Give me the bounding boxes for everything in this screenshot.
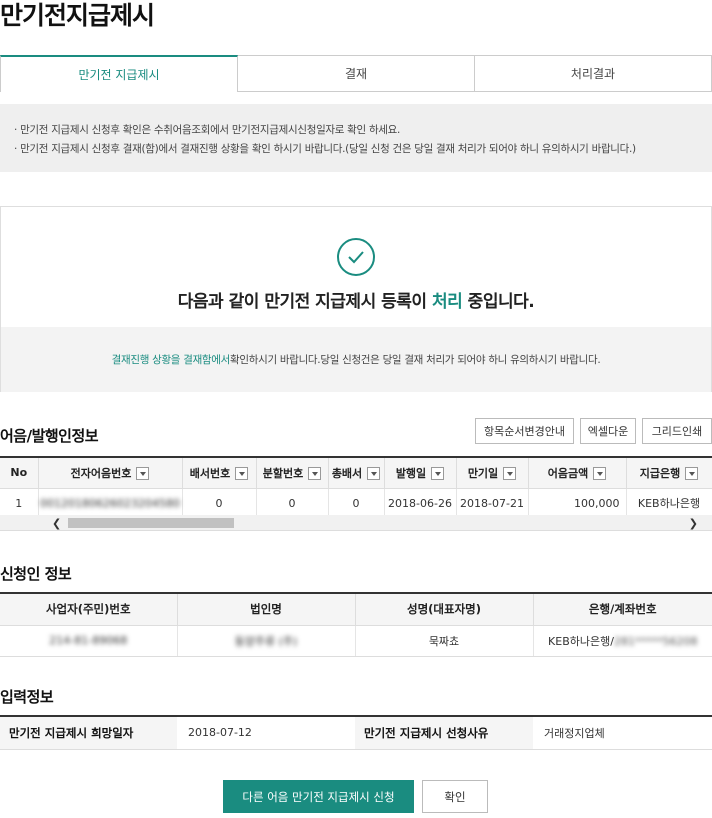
result-subtext: 결재진행 상황을 결재함에서 확인하시기 바랍니다.당일 신청건은 당일 결재 …: [1, 327, 711, 392]
desired-date-label: 만기전 지급제시 희망일자: [0, 717, 177, 750]
step-tabs: 만기전 지급제시 결재 처리결과: [0, 55, 712, 92]
desired-date-value: 2018-07-12: [177, 717, 355, 750]
confirm-button[interactable]: 확인: [422, 780, 488, 813]
dropdown-icon[interactable]: [593, 467, 607, 481]
notice-line: · 만기전 지급제시 신청후 확인은 수취어음조회에서 만기전지급제시신청일자로…: [14, 124, 401, 136]
tab-result[interactable]: 처리결과: [475, 55, 712, 92]
table-row: 214-81-89068 동양주류 (주) 묵짜쵸 KEB하나은행/281***…: [0, 625, 712, 657]
col-header[interactable]: 전자어음번호: [38, 458, 183, 489]
page-title: 만기전지급제시: [0, 1, 155, 30]
grid-print-button[interactable]: 그리드인쇄: [642, 418, 712, 444]
result-box: 다음과 같이 만기전 지급제시 등록이 처리 중입니다. 결재진행 상황을 결재…: [0, 206, 712, 392]
notice-line: · 만기전 지급제시 신청후 결재(함)에서 결재진행 상황을 확인 하시기 바…: [14, 143, 636, 155]
bill-number: 00120180626023204580: [38, 488, 183, 519]
scroll-thumb[interactable]: [68, 518, 234, 528]
excel-download-button[interactable]: 엑셀다운: [580, 418, 636, 444]
result-message: 다음과 같이 만기전 지급제시 등록이 처리 중입니다.: [177, 292, 535, 312]
reason-value: 거래정지업체: [533, 717, 712, 750]
col-header[interactable]: 총배서: [328, 458, 385, 489]
bank-account: KEB하나은행/281*****56208: [533, 625, 712, 657]
dropdown-icon[interactable]: [136, 467, 150, 481]
tab-approval[interactable]: 결재: [238, 55, 475, 92]
col-header[interactable]: 지급은행: [626, 458, 712, 489]
dropdown-icon[interactable]: [431, 467, 445, 481]
bill-section-title: 어음/발행인정보: [0, 427, 99, 445]
apply-other-bill-button[interactable]: 다른 어음 만기전 지급제시 신청: [223, 780, 414, 813]
corporation-name: 동양주류 (주): [177, 625, 356, 657]
col-header[interactable]: 만기일: [456, 458, 529, 489]
applicant-section-title: 신청인 정보: [0, 565, 72, 583]
input-section-title: 입력정보: [0, 688, 54, 706]
representative-name: 묵짜쵸: [355, 625, 534, 657]
column-order-help-button[interactable]: 항목순서변경안내: [475, 418, 574, 444]
tab-pre-maturity[interactable]: 만기전 지급제시: [0, 55, 238, 92]
col-header: No: [0, 458, 39, 489]
scroll-left-icon[interactable]: ❮: [52, 517, 61, 530]
dropdown-icon[interactable]: [367, 467, 381, 481]
bill-grid: No 전자어음번호 배서번호 분할번호 총배서 발행일 만기일 어음금액 지급은…: [0, 456, 712, 519]
col-header[interactable]: 배서번호: [182, 458, 257, 489]
dropdown-icon[interactable]: [685, 467, 699, 481]
col-header[interactable]: 발행일: [384, 458, 457, 489]
input-info-table: 만기전 지급제시 희망일자 2018-07-12 만기전 지급제시 선청사유 거…: [0, 715, 712, 750]
business-number: 214-81-89068: [0, 625, 178, 657]
scroll-right-icon[interactable]: ❯: [689, 517, 698, 530]
dropdown-icon[interactable]: [308, 467, 322, 481]
grid-header-row: No 전자어음번호 배서번호 분할번호 총배서 발행일 만기일 어음금액 지급은…: [0, 458, 712, 489]
reason-label: 만기전 지급제시 선청사유: [355, 717, 533, 750]
result-highlight: 처리: [431, 292, 463, 312]
check-icon: [337, 238, 375, 276]
approval-link[interactable]: 결재진행 상황을 결재함에서: [112, 352, 231, 367]
col-header[interactable]: 분할번호: [256, 458, 329, 489]
col-header[interactable]: 어음금액: [528, 458, 627, 489]
applicant-table: 사업자(주민)번호 법인명 성명(대표자명) 은행/계좌번호 214-81-89…: [0, 592, 712, 657]
table-row[interactable]: 1 00120180626023204580 0 0 0 2018-06-26 …: [0, 488, 712, 519]
dropdown-icon[interactable]: [503, 467, 517, 481]
notice-box: · 만기전 지급제시 신청후 확인은 수취어음조회에서 만기전지급제시신청일자로…: [0, 104, 712, 172]
horizontal-scrollbar[interactable]: ❮ ❯: [0, 515, 712, 531]
dropdown-icon[interactable]: [235, 467, 249, 481]
